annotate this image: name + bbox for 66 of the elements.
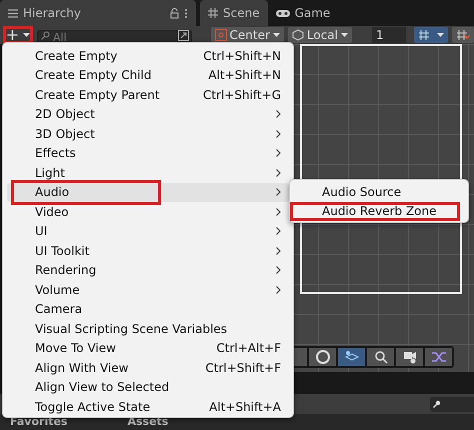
scene-view-tab[interactable]: Scene [200, 0, 268, 26]
lock-icon [170, 8, 179, 18]
grid-snap-button[interactable] [414, 27, 448, 43]
search-button[interactable] [367, 348, 394, 366]
cube-icon [292, 29, 304, 41]
panel-tab[interactable]: Favorites [10, 414, 68, 430]
target-icon [214, 29, 226, 41]
menu-item[interactable]: Video [7, 202, 289, 222]
menu-item[interactable]: Toggle Active State Alt+Shift+A [7, 397, 289, 416]
chevron-right-icon [276, 266, 281, 274]
add-button[interactable]: + [3, 26, 33, 44]
menu-item[interactable]: 2D Object [7, 104, 289, 124]
grid-magnet-icon [456, 29, 470, 41]
menu-item[interactable]: Rendering [7, 260, 289, 280]
chevron-right-icon [276, 227, 281, 236]
menu-item[interactable]: UI Toolkit [7, 241, 289, 260]
menu-item[interactable]: UI [7, 222, 289, 241]
menu-item[interactable]: Create Empty Child Alt+Shift+N [7, 66, 289, 85]
menu-item[interactable]: Visual Scripting Scene Variables [7, 319, 289, 338]
menu-item[interactable]: Audio [7, 182, 289, 202]
hierarchy-tab[interactable]: Hierarchy [0, 0, 196, 26]
window-icon [178, 30, 188, 40]
space-dropdown[interactable]: Local [288, 27, 352, 43]
search-icon [41, 30, 50, 40]
hash-icon [208, 8, 218, 18]
menu-item[interactable]: Volume [7, 280, 289, 300]
scene-view-tab[interactable]: Game [268, 0, 338, 26]
chevron-right-icon [276, 130, 281, 138]
more-icon [184, 8, 188, 18]
menu-item[interactable]: Camera [7, 300, 289, 319]
menu-item[interactable]: Light [7, 163, 289, 182]
caret-icon [437, 32, 444, 38]
chevron-right-icon [276, 246, 281, 255]
list-icon [8, 8, 18, 18]
menu-item[interactable]: Move To View Ctrl+Alt+F [7, 338, 289, 358]
menu-item[interactable]: Align With View Ctrl+Shift+F [7, 358, 289, 378]
menu-item[interactable]: Effects [7, 144, 289, 163]
layers-button[interactable] [338, 348, 365, 366]
menu-item[interactable]: Create Empty Ctrl+Shift+N [7, 46, 289, 66]
gamepad-icon [276, 8, 290, 18]
menu-item[interactable]: Audio Reverb Zone [290, 202, 460, 221]
grid-size-field[interactable]: 1 [372, 27, 406, 43]
search-icon [433, 400, 441, 408]
pivot-dropdown[interactable]: Center [210, 27, 284, 43]
ring-button[interactable] [309, 348, 336, 366]
panel-title: Hierarchy [23, 5, 82, 22]
chevron-right-icon [276, 168, 281, 177]
caret-icon [23, 32, 30, 38]
caret-icon [272, 32, 280, 38]
menu-item[interactable]: Audio Source [294, 182, 464, 202]
menu-item[interactable]: Create Empty Parent Ctrl+Shift+G [7, 85, 289, 104]
panel-tab[interactable]: Assets [127, 414, 168, 430]
grid-icon [418, 29, 430, 41]
search-field[interactable] [430, 396, 474, 412]
chevron-right-icon [276, 188, 281, 196]
shuffle-button[interactable] [425, 348, 452, 366]
menu-item[interactable]: 3D Object [7, 124, 289, 144]
camera-button[interactable] [396, 348, 423, 366]
chevron-right-icon [276, 286, 281, 294]
caret-icon [341, 32, 348, 38]
ring-icon [314, 349, 332, 365]
menu-item[interactable]: Align View to Selected [7, 378, 289, 397]
chevron-right-icon [276, 149, 281, 158]
chevron-right-icon [276, 208, 281, 216]
snap-button[interactable] [452, 27, 474, 43]
chevron-right-icon [276, 110, 281, 118]
